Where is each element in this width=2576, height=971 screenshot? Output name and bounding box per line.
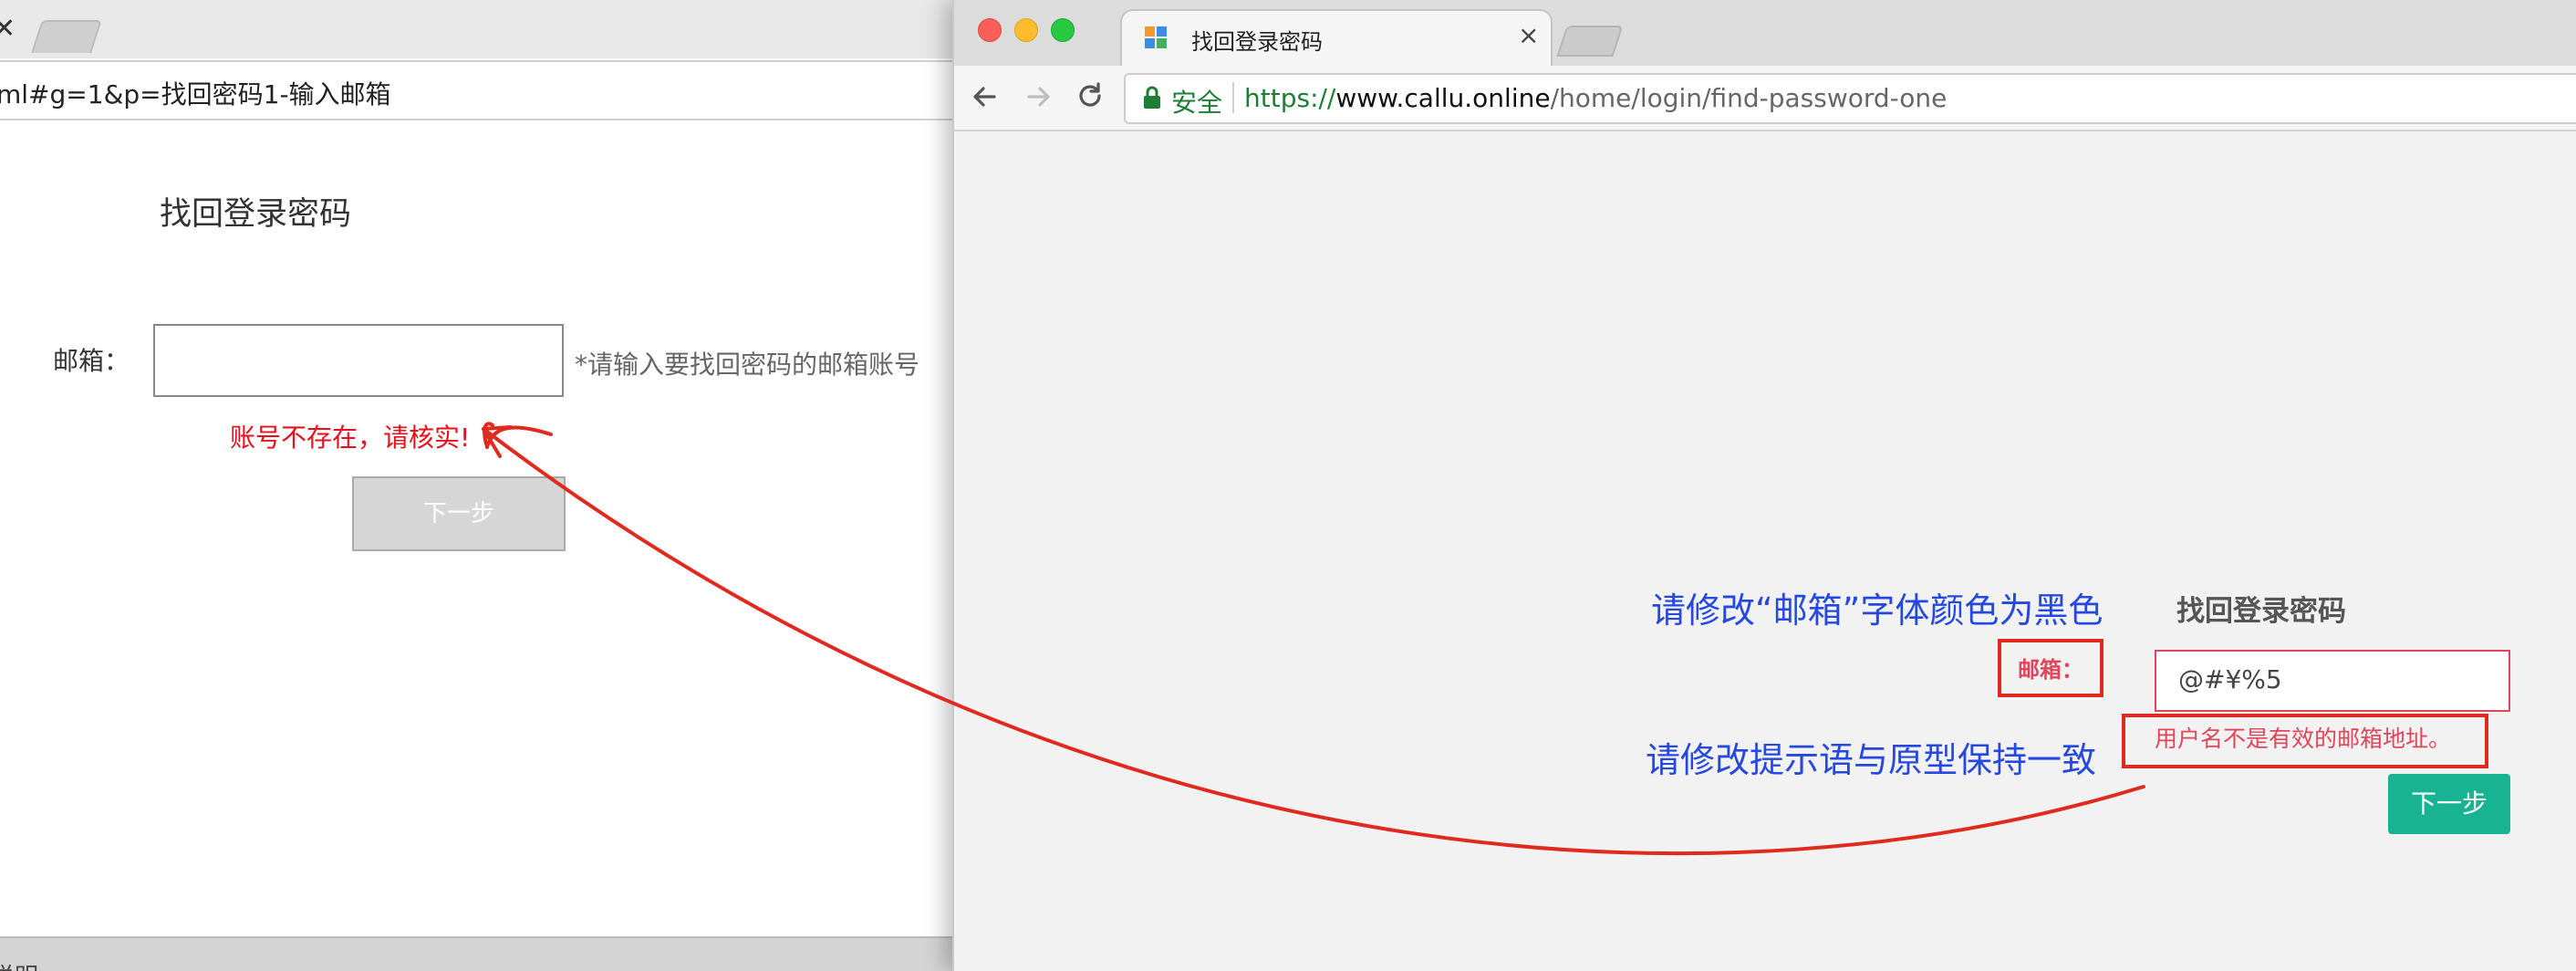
page-title: 找回登录密码 [2176,595,2346,628]
prototype-window: ✕ ml#g=1&p=找回密码1-输入邮箱 找回登录密码 邮箱： *请输入要找回… [0,0,954,971]
browser-tab[interactable]: 找回登录密码 × [1120,9,1553,68]
prototype-footer-bar [0,936,954,971]
annotation-box-error-message [2122,714,2488,768]
reload-icon[interactable] [1073,78,1107,113]
prototype-address-bar[interactable]: ml#g=1&p=找回密码1-输入邮箱 [0,60,954,120]
browser-toolbar: 安全 https://www.callu.online/home/login/f… [954,66,2576,131]
prototype-footer-text: 说明 [0,958,38,971]
prototype-email-input[interactable] [153,324,564,397]
browser-window: 找回登录密码 × 安全 https://www.callu.online/hom… [952,0,2576,971]
tab-close-icon[interactable]: × [1518,20,1539,50]
forward-arrow-icon[interactable] [1022,80,1054,113]
window-zoom-button[interactable] [1051,18,1075,42]
prototype-tab-bar: ✕ [0,0,954,58]
annotation-box-email-label [1998,639,2103,697]
url-divider [1232,82,1234,113]
secure-label: 安全 [1171,88,1223,118]
url-scheme: https:// [1244,83,1336,113]
prototype-url[interactable]: ml#g=1&p=找回密码1-输入邮箱 [0,75,391,111]
new-tab-button[interactable] [31,20,102,53]
browser-tab-bar: 找回登录密码 × [954,0,2576,68]
page-url[interactable]: https://www.callu.online/home/login/find… [1244,83,1947,113]
tab-title: 找回登录密码 [1191,29,1323,55]
lock-icon [1144,86,1160,109]
window-minimize-button[interactable] [1014,18,1038,42]
new-tab-button[interactable] [1556,26,1624,57]
prototype-page-title: 找回登录密码 [160,196,352,233]
email-input-value: @#¥%5 [2178,664,2282,694]
prototype-next-button[interactable]: 下一步 [352,476,566,551]
window-close-button[interactable] [978,18,1002,42]
address-bar[interactable]: 安全 https://www.callu.online/home/login/f… [1124,73,2576,124]
url-host: www.callu.online [1335,83,1551,113]
annotation-error-text: 请修改提示语与原型保持一致 [1646,740,2097,780]
prototype-email-label: 邮箱： [53,346,130,376]
next-button[interactable]: 下一步 [2388,774,2510,834]
prototype-error-message: 账号不存在，请核实! [230,423,471,453]
site-favicon-icon [1145,26,1167,48]
close-icon[interactable]: ✕ [0,13,16,45]
prototype-email-hint: *请输入要找回密码的邮箱账号 [575,350,920,380]
back-arrow-icon[interactable] [969,80,1002,113]
url-path: /home/login/find-password-one [1550,83,1948,113]
annotation-label-color: 请修改“邮箱”字体颜色为黑色 [1651,590,2103,631]
